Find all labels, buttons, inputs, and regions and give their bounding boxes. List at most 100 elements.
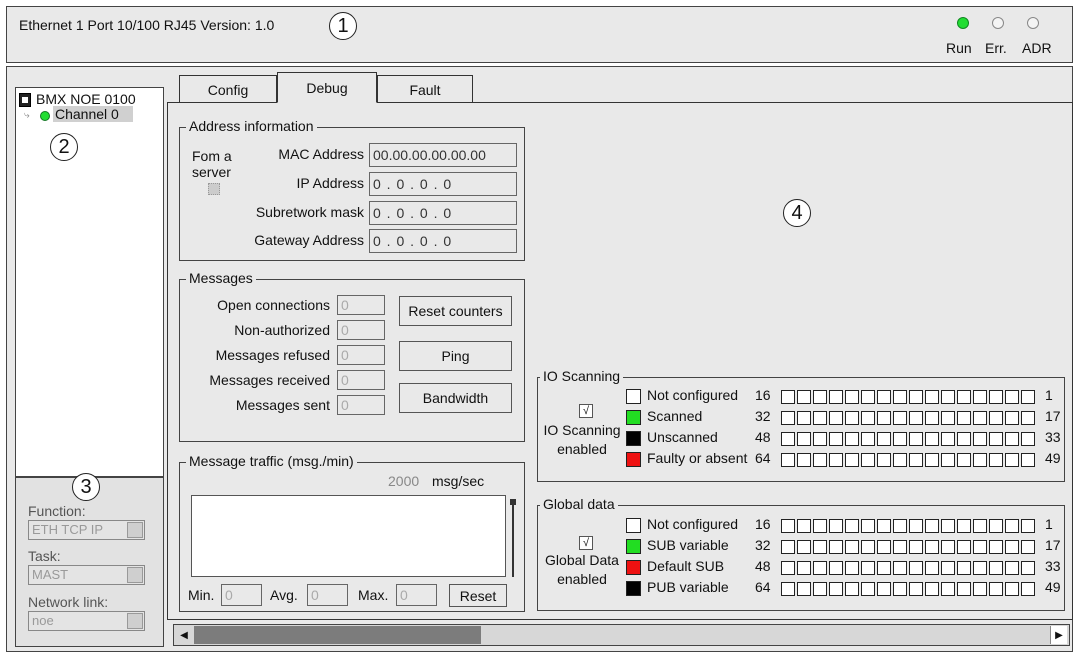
global-data-legend-label: Default SUB bbox=[647, 558, 725, 574]
global-data-cell bbox=[973, 540, 987, 554]
global-data-cell bbox=[1021, 582, 1035, 596]
io-scanning-cell bbox=[941, 432, 955, 446]
global-data-cell bbox=[989, 582, 1003, 596]
global-data-cell bbox=[957, 519, 971, 533]
function-select[interactable]: ETH TCP IP bbox=[28, 520, 145, 540]
io-scanning-cell bbox=[909, 411, 923, 425]
io-scanning-cell-row bbox=[781, 453, 1035, 467]
io-scanning-cell bbox=[973, 453, 987, 467]
scroll-right-icon[interactable]: ▶ bbox=[1050, 626, 1067, 644]
io-scanning-cell bbox=[941, 453, 955, 467]
io-scanning-cell bbox=[1005, 432, 1019, 446]
global-data-cell bbox=[813, 519, 827, 533]
io-scanning-legend-label: Faulty or absent bbox=[647, 450, 748, 466]
io-scanning-cell bbox=[845, 453, 859, 467]
io-scanning-cell bbox=[989, 432, 1003, 446]
channel-status-icon bbox=[40, 111, 50, 121]
tab-fault-label: Fault bbox=[409, 81, 441, 98]
io-scanning-row-start-number: 16 bbox=[755, 387, 771, 403]
from-server-checkbox[interactable] bbox=[208, 183, 220, 195]
io-scanning-cell bbox=[829, 390, 843, 404]
global-data-cell bbox=[797, 561, 811, 575]
io-scanning-cell bbox=[957, 390, 971, 404]
bandwidth-button[interactable]: Bandwidth bbox=[399, 383, 512, 413]
io-scanning-cell bbox=[989, 453, 1003, 467]
io-scanning-cell bbox=[861, 432, 875, 446]
tree-module[interactable]: BMX NOE 0100 bbox=[36, 91, 136, 107]
io-scanning-cell bbox=[957, 411, 971, 425]
min-label: Min. bbox=[188, 587, 215, 603]
io-scanning-cell bbox=[957, 432, 971, 446]
io-scanning-cell bbox=[877, 432, 891, 446]
io-scanning-cell bbox=[1021, 453, 1035, 467]
global-data-cell-row bbox=[781, 582, 1035, 596]
global-data-cell bbox=[877, 582, 891, 596]
callout-2: 2 bbox=[50, 133, 78, 161]
io-scanning-cell bbox=[813, 411, 827, 425]
global-data-cell bbox=[893, 540, 907, 554]
global-data-cell bbox=[909, 519, 923, 533]
global-data-checkbox[interactable]: √ bbox=[579, 536, 593, 550]
io-scanning-cell bbox=[893, 390, 907, 404]
adr-led-label: ADR bbox=[1022, 40, 1052, 56]
global-data-cell bbox=[973, 582, 987, 596]
io-scanning-cell bbox=[781, 453, 795, 467]
gateway-field[interactable]: 0 . 0 . 0 . 0 bbox=[369, 229, 517, 253]
global-data-cell bbox=[845, 561, 859, 575]
traffic-reset-button[interactable]: Reset bbox=[449, 584, 507, 607]
tab-debug[interactable]: Debug bbox=[277, 72, 377, 103]
global-data-legend-swatch bbox=[626, 581, 641, 596]
messages-refused-field: 0 bbox=[337, 345, 385, 365]
subnet-field[interactable]: 0 . 0 . 0 . 0 bbox=[369, 201, 517, 225]
tab-fault[interactable]: Fault bbox=[377, 75, 473, 103]
horizontal-scrollbar[interactable]: ◀ ▶ bbox=[173, 624, 1070, 646]
global-data-cell bbox=[973, 561, 987, 575]
global-data-cell-row bbox=[781, 519, 1035, 533]
tree-channel[interactable]: Channel 0 bbox=[53, 106, 133, 122]
reset-counters-button[interactable]: Reset counters bbox=[399, 296, 512, 326]
scroll-left-icon[interactable]: ◀ bbox=[176, 627, 192, 643]
io-scanning-row-start-number: 32 bbox=[755, 408, 771, 424]
global-data-cell-row bbox=[781, 561, 1035, 575]
io-scanning-cell bbox=[781, 411, 795, 425]
global-data-row-end-number: 17 bbox=[1045, 537, 1061, 553]
task-select[interactable]: MAST bbox=[28, 565, 145, 585]
global-data-cell bbox=[941, 582, 955, 596]
global-data-cell bbox=[781, 582, 795, 596]
io-scanning-cell bbox=[1005, 390, 1019, 404]
subnet-label: Subretwork mask bbox=[255, 204, 364, 220]
global-data-cell bbox=[861, 561, 875, 575]
network-link-select[interactable]: noe bbox=[28, 611, 145, 631]
global-data-cell bbox=[813, 540, 827, 554]
io-scanning-cell bbox=[861, 390, 875, 404]
global-data-cell-row bbox=[781, 540, 1035, 554]
io-scanning-row-end-number: 1 bbox=[1045, 387, 1053, 403]
global-data-cell bbox=[909, 540, 923, 554]
io-scanning-checkbox[interactable]: √ bbox=[579, 404, 593, 418]
task-label: Task: bbox=[28, 548, 61, 564]
ping-button[interactable]: Ping bbox=[399, 341, 512, 371]
module-header: Ethernet 1 Port 10/100 RJ45 Version: 1.0… bbox=[6, 6, 1073, 63]
tab-config[interactable]: Config bbox=[179, 75, 277, 103]
messages-refused-label: Messages refused bbox=[215, 347, 330, 363]
io-scanning-cell bbox=[781, 432, 795, 446]
ip-field[interactable]: 0 . 0 . 0 . 0 bbox=[369, 172, 517, 196]
ip-label: IP Address bbox=[296, 175, 364, 191]
io-scanning-legend-swatch bbox=[626, 410, 641, 425]
io-scanning-cell bbox=[925, 390, 939, 404]
global-data-cell bbox=[829, 561, 843, 575]
gateway-label: Gateway Address bbox=[254, 232, 364, 248]
tab-debug-label: Debug bbox=[306, 79, 348, 96]
scroll-thumb[interactable] bbox=[194, 626, 481, 644]
io-scanning-cell-row bbox=[781, 390, 1035, 404]
io-scanning-cell bbox=[861, 453, 875, 467]
io-scanning-cell bbox=[941, 390, 955, 404]
io-scanning-cell bbox=[973, 390, 987, 404]
io-scanning-cell-row bbox=[781, 411, 1035, 425]
global-data-cell bbox=[989, 561, 1003, 575]
min-field: 0 bbox=[221, 584, 262, 606]
message-traffic-group: Message traffic (msg./min) 2000 msg/sec … bbox=[179, 453, 525, 612]
address-info-title: Address information bbox=[186, 118, 317, 134]
io-scanning-cell bbox=[1021, 411, 1035, 425]
io-scanning-cell-row bbox=[781, 432, 1035, 446]
